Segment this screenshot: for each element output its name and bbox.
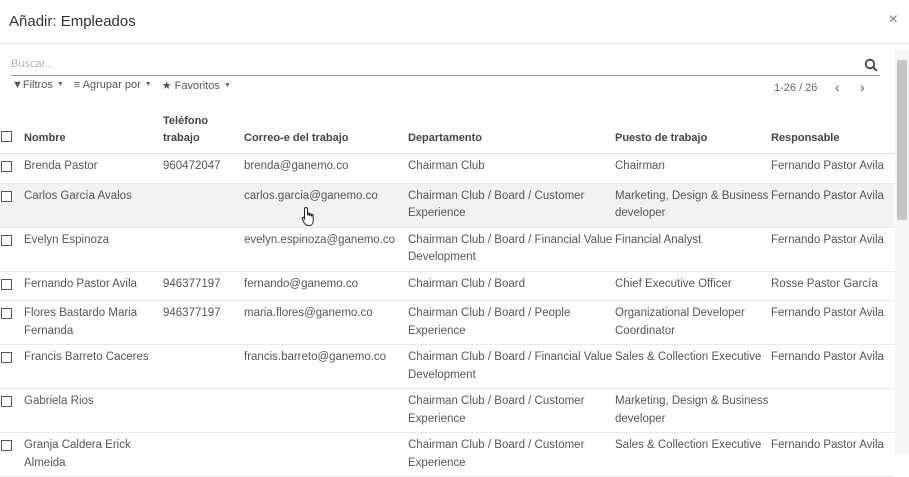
- caret-down-icon: ▼: [56, 81, 64, 88]
- cell-name: Francis Barreto Caceres: [24, 344, 163, 389]
- pager-previous-icon[interactable]: ‹: [835, 79, 840, 95]
- cell-email: [244, 388, 408, 433]
- table-row[interactable]: Evelyn Espinoza evelyn.espinoza@ganemo.c…: [0, 227, 894, 272]
- table-row[interactable]: Francis Barreto Caceres francis.barreto@…: [0, 344, 894, 389]
- row-checkbox[interactable]: [1, 161, 12, 172]
- cell-manager: Fernando Pastor Avila: [771, 300, 894, 345]
- hand-pointer-cursor-icon: [301, 206, 314, 226]
- pager-next-icon[interactable]: ›: [860, 79, 865, 95]
- cell-department: Chairman Club / Board / People Experienc…: [408, 300, 615, 345]
- cell-manager: Rosse Pastor García: [771, 271, 894, 301]
- group-by-label: Agrupar por: [82, 79, 141, 91]
- column-header-job[interactable]: Puesto de trabajo: [615, 113, 771, 154]
- scrollbar-thumb[interactable]: [897, 60, 907, 220]
- row-checkbox[interactable]: [1, 234, 12, 246]
- column-header-phone-line2: trabajo: [163, 132, 200, 144]
- cell-email: fernando@ganemo.co: [244, 271, 408, 301]
- cell-department: Chairman Club: [408, 153, 615, 184]
- cell-phone: 946377197: [163, 271, 244, 301]
- cell-email: evelyn.espinoza@ganemo.co: [244, 227, 408, 272]
- cell-name: Flores Bastardo Maria Fernanda: [24, 300, 163, 345]
- close-icon[interactable]: ×: [889, 11, 898, 29]
- row-checkbox[interactable]: [1, 352, 12, 363]
- cell-manager: Fernando Pastor Avila: [771, 227, 894, 272]
- bars-icon: ≡: [73, 79, 83, 91]
- cell-manager: [771, 388, 894, 433]
- cell-name: Brenda Pastor: [24, 153, 163, 184]
- cell-email: [244, 432, 408, 477]
- search-input[interactable]: [11, 55, 851, 73]
- filters-label: Filtros: [22, 79, 53, 91]
- table-row[interactable]: Carlos García Avalos carlos.garcia@ganem…: [0, 183, 894, 228]
- column-header-manager[interactable]: Responsable: [771, 113, 894, 154]
- column-header-department[interactable]: Departamento: [408, 113, 615, 154]
- star-icon: ★: [161, 80, 175, 92]
- cell-job: Organizational Developer Coordinator: [615, 300, 771, 345]
- cell-department: Chairman Club / Board / Financial Value …: [408, 227, 615, 272]
- cell-phone: [163, 432, 244, 477]
- cell-department: Chairman Club / Board: [408, 271, 615, 301]
- cell-name: Granja Caldera Erick Almeida: [24, 432, 163, 477]
- column-header-phone-line1: Teléfono: [163, 115, 209, 127]
- filter-icon: ▼: [12, 79, 23, 91]
- cell-manager: Fernando Pastor Avila: [771, 153, 894, 184]
- caret-down-icon: ▼: [144, 81, 152, 88]
- table-row[interactable]: Fernando Pastor Avila 946377197 fernando…: [0, 271, 894, 301]
- cell-name: Fernando Pastor Avila: [24, 271, 163, 301]
- cell-manager: Fernando Pastor Avila: [771, 183, 894, 228]
- pager-value[interactable]: 1-26 / 26: [774, 82, 817, 94]
- cell-phone: 946377197: [163, 300, 244, 345]
- cell-job: Chief Executive Officer: [615, 271, 771, 301]
- favorites-button[interactable]: ★ Favoritos ▼: [162, 79, 231, 95]
- cell-phone: [163, 344, 244, 389]
- employees-table: Nombre Teléfono trabajo Correo-e del trab…: [0, 113, 894, 477]
- cell-email: francis.barreto@ganemo.co: [244, 344, 408, 389]
- select-all-checkbox[interactable]: [1, 131, 12, 142]
- cell-manager: Fernando Pastor Avila: [771, 344, 894, 389]
- cell-job: Sales & Collection Executive: [615, 432, 771, 477]
- table-header-row: Nombre Teléfono trabajo Correo-e del trab…: [0, 113, 894, 154]
- cell-email: maria.flores@ganemo.co: [244, 300, 408, 345]
- cell-job: Financial Analyst: [615, 227, 771, 272]
- dialog-title: Añadir: Empleados: [9, 13, 136, 30]
- cell-department: Chairman Club / Board / Financial Value …: [408, 344, 615, 389]
- cell-job: Chairman: [615, 153, 771, 184]
- dialog-header: Añadir: Empleados ×: [0, 0, 909, 44]
- row-checkbox[interactable]: [1, 278, 12, 290]
- row-checkbox[interactable]: [1, 308, 12, 319]
- table-row[interactable]: Gabriela Rios Chairman Club / Board / Cu…: [0, 388, 894, 433]
- cell-phone: 960472047: [163, 153, 244, 184]
- cell-manager: Fernando Pastor Avila: [771, 432, 894, 477]
- cell-department: Chairman Club / Board / Customer Experie…: [408, 388, 615, 433]
- filters-button[interactable]: ▼Filtros ▼: [12, 79, 64, 95]
- cell-email: carlos.garcia@ganemo.co: [244, 183, 408, 228]
- cell-job: Sales & Collection Executive: [615, 344, 771, 389]
- row-checkbox[interactable]: [1, 440, 12, 451]
- cell-email: brenda@ganemo.co: [244, 153, 408, 184]
- table-row[interactable]: Brenda Pastor 960472047 brenda@ganemo.co…: [0, 153, 894, 184]
- cell-name: Evelyn Espinoza: [24, 227, 163, 272]
- cell-job: Marketing, Design & Business developer: [615, 183, 771, 228]
- cell-name: Gabriela Rios: [24, 388, 163, 433]
- favorites-label: Favoritos: [174, 80, 220, 92]
- row-checkbox[interactable]: [1, 190, 12, 202]
- column-header-phone[interactable]: Teléfono trabajo: [163, 113, 244, 154]
- cell-phone: [163, 183, 244, 228]
- cell-phone: [163, 388, 244, 433]
- cell-phone: [163, 227, 244, 272]
- row-checkbox[interactable]: [1, 396, 12, 407]
- caret-down-icon: ▼: [223, 82, 231, 89]
- cell-job: Marketing, Design & Business developer: [615, 388, 771, 433]
- table-row[interactable]: Flores Bastardo Maria Fernanda 946377197…: [0, 300, 894, 345]
- column-header-email[interactable]: Correo-e del trabajo: [244, 113, 408, 154]
- table-row[interactable]: Granja Caldera Erick Almeida Chairman Cl…: [0, 432, 894, 477]
- search-bar: [11, 55, 880, 76]
- search-toolbar: ▼Filtros ▼ ≡ Agrupar por ▼ ★ Favoritos ▼: [12, 79, 241, 95]
- group-by-button[interactable]: ≡ Agrupar por ▼: [74, 79, 152, 95]
- cell-department: Chairman Club / Board / Customer Experie…: [408, 432, 615, 477]
- column-header-name[interactable]: Nombre: [24, 113, 163, 154]
- cell-department: Chairman Club / Board / Customer Experie…: [408, 183, 615, 228]
- cell-name: Carlos García Avalos: [24, 183, 163, 228]
- search-icon[interactable]: [864, 58, 878, 72]
